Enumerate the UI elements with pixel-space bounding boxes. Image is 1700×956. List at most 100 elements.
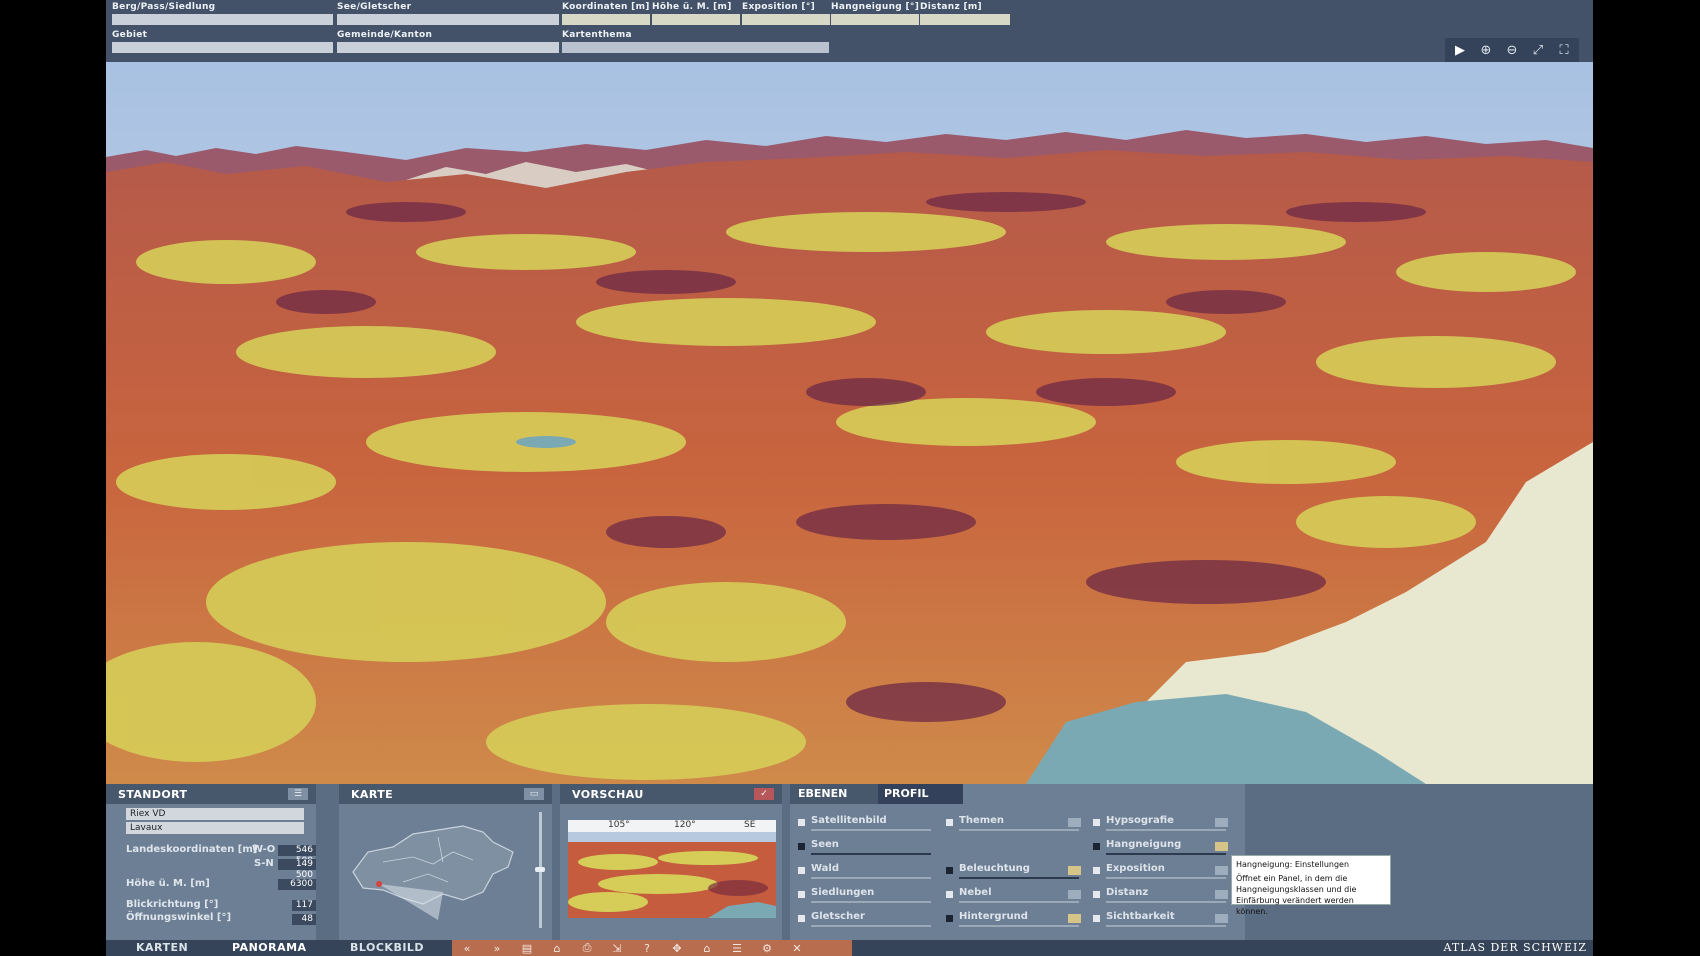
standort-header: STANDORT ☰: [106, 784, 316, 804]
brand-logo: ATLAS DER SCHWEIZ: [1443, 941, 1587, 954]
layer-slider[interactable]: [811, 829, 931, 831]
field-value-box: [562, 42, 829, 53]
layer-slider[interactable]: [1106, 925, 1226, 927]
settings-button[interactable]: [1215, 866, 1228, 875]
checkbox-gletscher[interactable]: [798, 915, 805, 922]
fullscreen-icon[interactable]: ⛶: [1553, 40, 1575, 60]
settings-button[interactable]: [1215, 818, 1228, 827]
field-value-box: [562, 14, 650, 25]
field-gemeinde: Gemeinde/Kanton: [337, 30, 559, 53]
layer-slider[interactable]: [1106, 829, 1226, 831]
checkbox-beleuchtung[interactable]: [946, 867, 953, 874]
reset-view-icon[interactable]: ⤢: [1527, 40, 1549, 60]
checkbox-nebel[interactable]: [946, 891, 953, 898]
nav-karten[interactable]: KARTEN: [136, 940, 188, 956]
field-label: Exposition [°]: [742, 2, 816, 12]
checkbox-exposition[interactable]: [1093, 867, 1100, 874]
home-icon[interactable]: ⌂: [692, 942, 722, 955]
settings-button[interactable]: [1215, 890, 1228, 899]
settings-button[interactable]: [1068, 890, 1081, 899]
field-value-box: [920, 14, 1010, 25]
layer-label: Gletscher: [811, 911, 865, 922]
place-field[interactable]: Riex VD: [126, 808, 304, 820]
app-window: Berg/Pass/Siedlung See/Gletscher Koordin…: [106, 0, 1593, 956]
layer-slider[interactable]: [811, 901, 931, 903]
nav-panorama[interactable]: PANORAMA: [232, 940, 307, 956]
layer-slider[interactable]: [959, 829, 1079, 831]
layer-label: Beleuchtung: [959, 863, 1030, 874]
map-icon[interactable]: ▭: [524, 788, 544, 800]
document-icon[interactable]: ▤: [512, 942, 542, 955]
legend-icon[interactable]: ☰: [722, 942, 752, 955]
navigate-icon[interactable]: ✥: [662, 942, 692, 955]
nav-blockbild[interactable]: BLOCKBILD: [350, 940, 424, 956]
standort-panel: STANDORT ☰ Riex VD Lavaux Landeskoordina…: [106, 784, 316, 940]
checkbox-distanz[interactable]: [1093, 891, 1100, 898]
layer-slider[interactable]: [959, 877, 1079, 879]
tab-profil[interactable]: PROFIL: [878, 784, 963, 804]
hangneigung-settings-button[interactable]: [1215, 842, 1228, 851]
map-zoom-handle[interactable]: [535, 867, 545, 872]
layer-slider[interactable]: [811, 853, 931, 855]
checkbox-satellitenbild[interactable]: [798, 819, 805, 826]
nav-toolbar: « » ▤ ⌂ ⎙ ⇲ ? ✥ ⌂ ☰ ⚙ ✕: [452, 940, 852, 956]
layer-slider[interactable]: [1106, 877, 1226, 879]
zoom-out-icon[interactable]: ⊖: [1501, 40, 1523, 60]
checkbox-hypsografie[interactable]: [1093, 819, 1100, 826]
close-icon[interactable]: ✕: [782, 942, 812, 955]
layer-label: Exposition: [1106, 863, 1165, 874]
settings-button[interactable]: [1068, 914, 1081, 923]
terrain-panorama[interactable]: [106, 62, 1593, 784]
blickrichtung-value[interactable]: 117: [292, 900, 316, 911]
list-icon[interactable]: ☰: [288, 788, 308, 800]
tooltip-title: Hangneigung: Einstellungen: [1236, 860, 1350, 869]
help-icon[interactable]: ?: [632, 942, 662, 955]
checkbox-wald[interactable]: [798, 867, 805, 874]
settings-button[interactable]: [1068, 818, 1081, 827]
vorschau-panel: VORSCHAU ✓ 105° 120° SE: [560, 784, 782, 940]
layer-slider[interactable]: [1106, 853, 1226, 855]
small-lake: [516, 436, 576, 448]
location-marker[interactable]: [376, 881, 382, 887]
layer-label: Hangneigung: [1106, 839, 1182, 850]
checkbox-hintergrund[interactable]: [946, 915, 953, 922]
compass-strip: 105° 120° SE: [568, 820, 776, 832]
settings-button[interactable]: [1068, 866, 1081, 875]
field-value-box: [652, 14, 740, 25]
export-icon[interactable]: ⇲: [602, 942, 632, 955]
preview-thumbnail[interactable]: [568, 832, 776, 918]
bottom-nav: KARTEN PANORAMA BLOCKBILD « » ▤ ⌂ ⎙ ⇲ ? …: [106, 940, 1593, 956]
settings-button[interactable]: [1215, 914, 1228, 923]
hoehe-value[interactable]: 6300: [278, 879, 316, 890]
layer-slider[interactable]: [959, 901, 1079, 903]
settings-icon[interactable]: ⚙: [752, 942, 782, 955]
region-field[interactable]: Lavaux: [126, 822, 304, 834]
layer-slider[interactable]: [959, 925, 1079, 927]
layer-label: Siedlungen: [811, 887, 875, 898]
layer-label: Seen: [811, 839, 839, 850]
layer-slider[interactable]: [811, 877, 931, 879]
checkbox-themen[interactable]: [946, 819, 953, 826]
sn-value[interactable]: 149 500: [278, 859, 316, 880]
field-koordinaten: Koordinaten [m]: [562, 2, 650, 25]
wo-value[interactable]: 546 500: [278, 845, 316, 866]
layer-label: Sichtbarkeit: [1106, 911, 1175, 922]
checkbox-siedlungen[interactable]: [798, 891, 805, 898]
checkbox-seen[interactable]: [798, 843, 805, 850]
zoom-in-icon[interactable]: ⊕: [1475, 40, 1497, 60]
lock-icon[interactable]: ⌂: [542, 942, 572, 955]
layer-slider[interactable]: [1106, 901, 1226, 903]
forward-icon[interactable]: »: [482, 942, 512, 955]
swiss-overview-map[interactable]: [343, 812, 523, 922]
layer-slider[interactable]: [811, 925, 931, 927]
back-icon[interactable]: «: [452, 942, 482, 955]
field-value-box: [112, 14, 333, 25]
tab-ebenen[interactable]: EBENEN: [790, 784, 878, 804]
check-icon[interactable]: ✓: [754, 788, 774, 800]
field-gebiet: Gebiet: [112, 30, 333, 53]
oeffnungswinkel-value[interactable]: 48: [292, 914, 316, 925]
play-icon[interactable]: ▶: [1449, 40, 1471, 60]
checkbox-sichtbarkeit[interactable]: [1093, 915, 1100, 922]
checkbox-hangneigung[interactable]: [1093, 843, 1100, 850]
print-icon[interactable]: ⎙: [572, 941, 602, 955]
